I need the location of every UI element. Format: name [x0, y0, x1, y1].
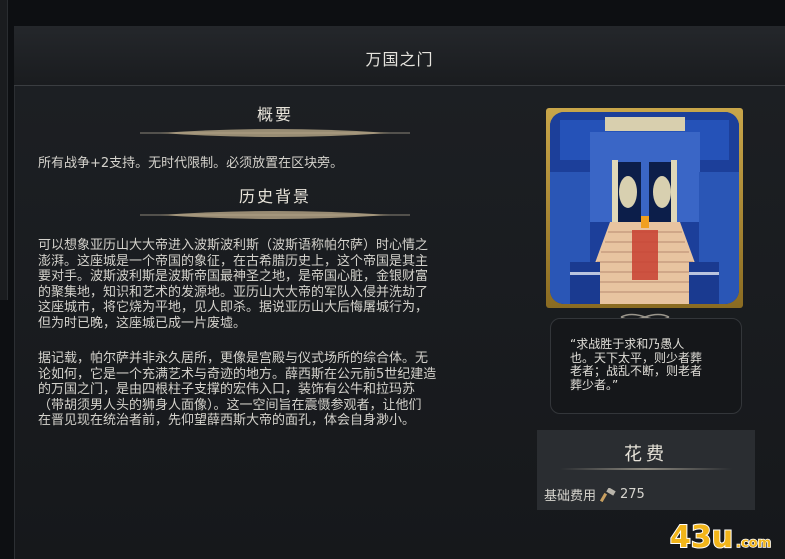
watermark-text: 43u: [670, 520, 733, 555]
title-bar: 万国之门: [14, 26, 785, 86]
history-heading: 历史背景: [238, 187, 311, 206]
history-p2-line: 据记载，帕尔萨并非永久居所，更像是宫殿与仪式场所的综合体。无: [38, 351, 429, 366]
cost-panel: 花费 基础费用 275: [537, 430, 755, 510]
history-paragraph-2: 据记载，帕尔萨并非永久居所，更像是宫殿与仪式场所的综合体。无 论如何，它是一个充…: [38, 351, 508, 429]
summary-divider: [140, 129, 410, 137]
base-cost-value: 275: [620, 487, 645, 502]
history-p2-line: 在晋见现在统治者前，先仰望薛西斯大帝的面孔，体会自身渺小。: [38, 413, 416, 428]
cost-heading: 花费: [624, 444, 668, 465]
history-p2-line: 的万国之门，是由四根柱子支撑的宏伟入口，装饰有公牛和拉玛苏: [38, 382, 416, 397]
window-title: 万国之门: [365, 50, 434, 69]
history-paragraph-1: 可以想象亚历山大大帝进入波斯波利斯（波斯语称帕尔萨）时心情之 澎湃。这座城是一个…: [38, 238, 508, 331]
base-cost-row: 基础费用 275: [544, 485, 645, 504]
wonder-portrait: [550, 112, 739, 304]
quote-line: 老者；战乱不断，则老者: [570, 364, 703, 378]
watermark-suffix: .com: [736, 536, 771, 551]
quote-line: 葬少者。”: [570, 377, 619, 392]
base-cost-label: 基础费用: [544, 489, 597, 504]
history-p1-line: 的聚集地，知识和艺术的发源地。亚历山大大帝的军队入侵并洗劫了: [38, 284, 429, 300]
left-edge-panel: [0, 0, 8, 300]
history-p1-line: 要对手。波斯波利斯是波斯帝国最神圣之地，是帝国心脏，金银财富: [38, 269, 429, 284]
history-p1-line: 但为时已晚，这座城已成一片废墟。: [38, 315, 247, 331]
summary-text: 所有战争+2支持。无时代限制。必须放置在区块旁。: [38, 156, 344, 171]
history-divider: [140, 211, 410, 219]
history-p2-line: 论如何，它是一个充满艺术与奇迹的地方。薛西斯在公元前5世纪建造: [38, 366, 437, 382]
gate-of-all-nations-image: [550, 112, 739, 304]
history-p1-line: 可以想象亚历山大大帝进入波斯波利斯（波斯语称帕尔萨）时心情之: [38, 238, 429, 253]
history-p2-line: （带胡须男人头的狮身人面像）。这一空间旨在震慑参观者，让他们: [38, 397, 422, 413]
summary-heading: 概要: [256, 105, 293, 124]
cost-divider: [560, 468, 732, 470]
quote-text: “求战胜于求和乃愚人 也。天下太平，则少者葬 老者；战乱不断，则老者 葬少者。”: [570, 337, 728, 392]
quote-line: “求战胜于求和乃愚人: [570, 337, 685, 351]
hammer-icon: [600, 487, 616, 502]
wonder-portrait-frame: [546, 108, 743, 308]
site-watermark-logo: 43u .com: [669, 519, 772, 555]
history-p1-line: 澎湃。这座城是一个帝国的象征，在古希腊历史上，这个帝国是其主: [38, 253, 429, 269]
quote-line: 也。天下太平，则少者葬: [570, 350, 703, 365]
history-p1-line: 这座城市，将它烧为平地，见人即杀。据说亚历山大后悔屠城行为，: [38, 300, 429, 315]
